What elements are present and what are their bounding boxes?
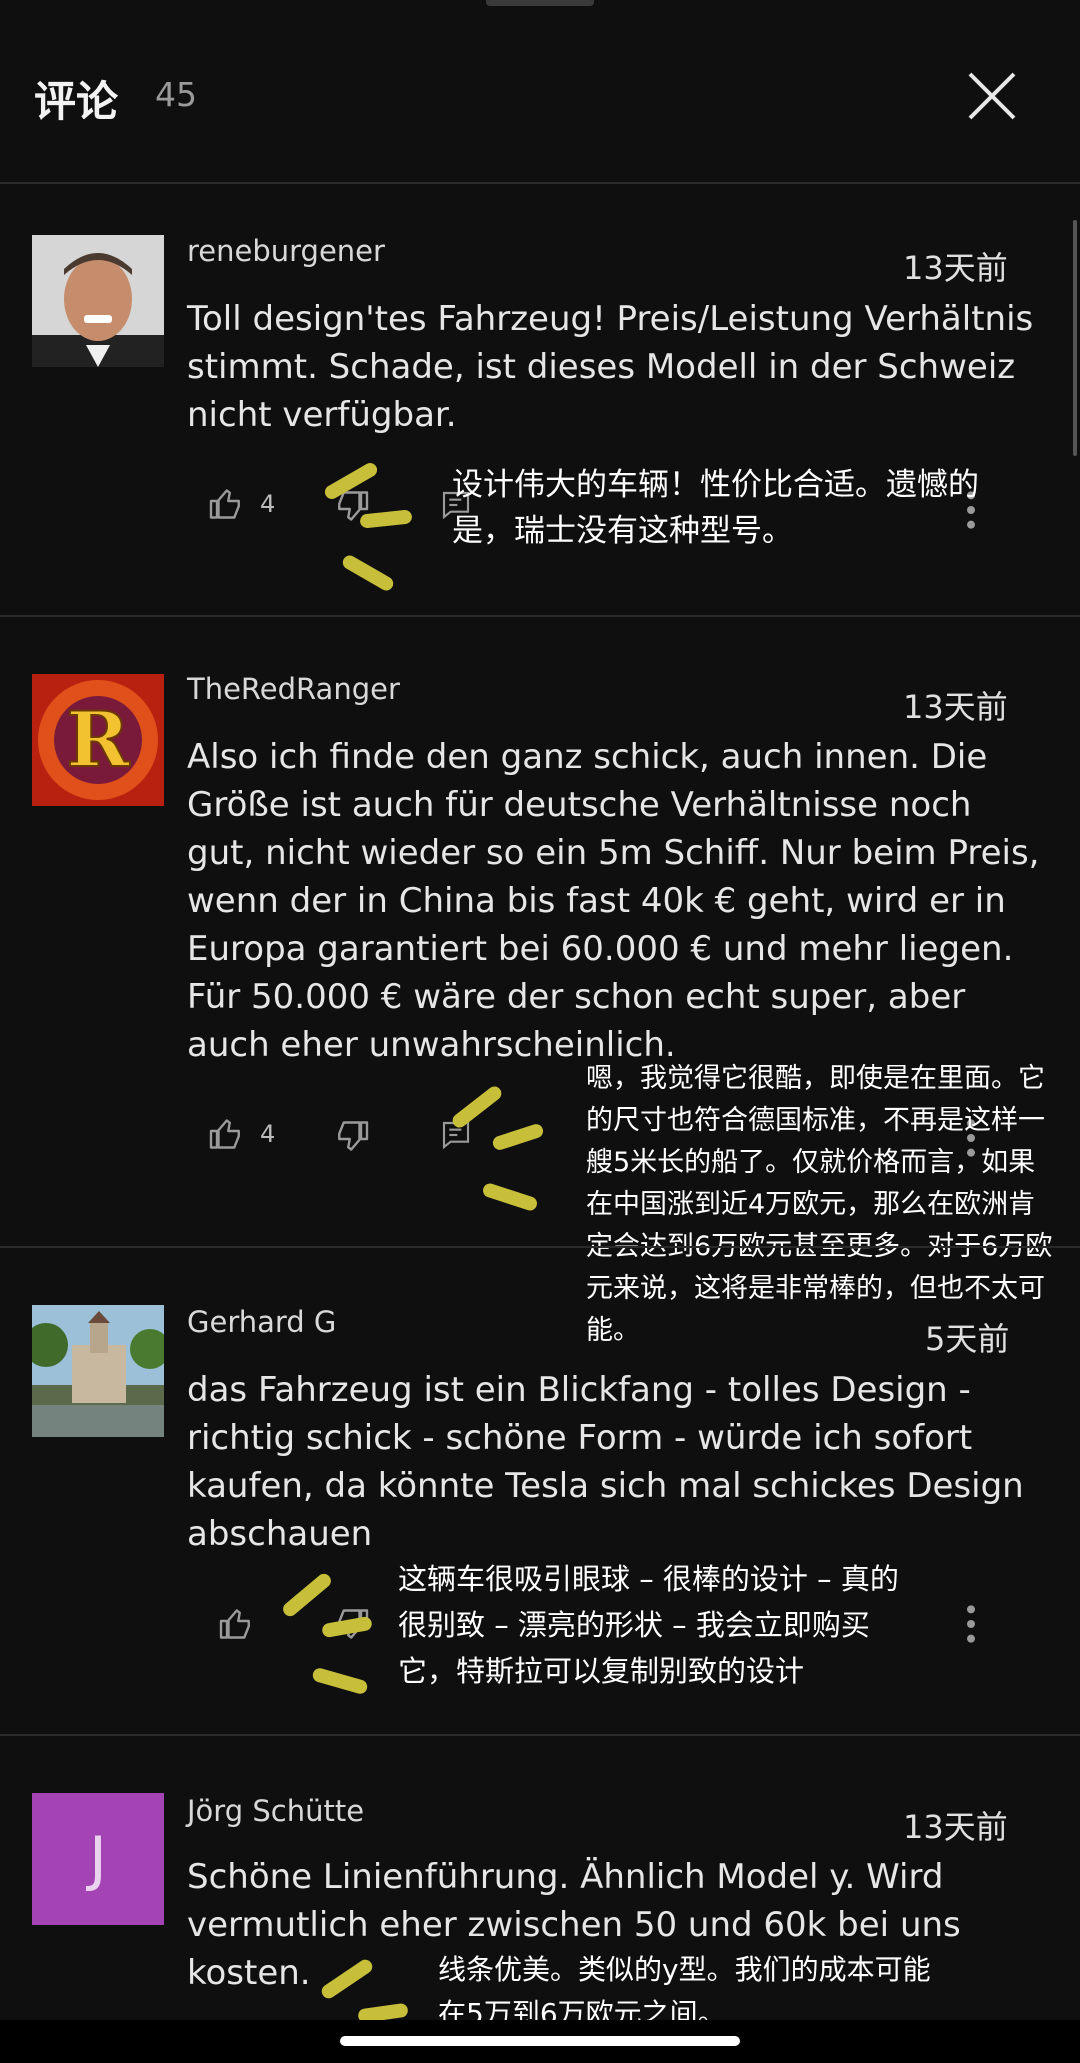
comment-author[interactable]: Gerhard G <box>187 1305 336 1339</box>
home-indicator[interactable] <box>340 2036 740 2046</box>
comment-divider <box>0 615 1080 617</box>
comment-time: 5天前 <box>925 1320 1010 1358</box>
like-count: 4 <box>260 490 276 518</box>
avatar[interactable] <box>32 235 164 367</box>
comment-author[interactable]: reneburgener <box>187 234 385 268</box>
comment-divider <box>0 1734 1080 1736</box>
highlight-mark <box>311 1666 369 1696</box>
avatar[interactable] <box>32 1305 164 1437</box>
highlight-mark <box>449 1083 505 1131</box>
comments-title: 评论 <box>34 77 119 126</box>
svg-text:R: R <box>66 695 130 784</box>
translation-annotation: 嗯，我觉得它很酷，即使是在里面。它的尺寸也符合德国标准，不再是这样一艘5米长的船… <box>586 1063 1053 1346</box>
thumbs-up-icon[interactable] <box>208 486 244 522</box>
header-divider <box>0 182 1080 184</box>
translation-annotation: 设计伟大的车辆！性价比合适。遗憾的是，瑞士没有这种型号。 <box>452 467 979 549</box>
comment-time: 13天前 <box>903 688 1008 726</box>
comment-divider <box>0 1246 1080 1248</box>
comment-time: 13天前 <box>903 249 1008 287</box>
thumbs-up-icon[interactable] <box>208 1116 244 1152</box>
comment-text: Toll design'tes Fahrzeug! Preis/Leistung… <box>187 299 1034 435</box>
comment-text: Also ich finde den ganz schick, auch inn… <box>187 737 1040 1065</box>
avatar[interactable]: R <box>32 674 164 806</box>
translation-annotation: 这辆车很吸引眼球 – 很棒的设计 – 真的很别致 – 漂亮的形状 – 我会立即购… <box>398 1562 899 1688</box>
avatar-letter: J <box>89 1824 107 1894</box>
comment-author[interactable]: TheRedRanger <box>187 672 400 706</box>
highlight-mark <box>340 552 396 594</box>
comment-text: das Fahrzeug ist ein Blickfang - tolles … <box>187 1370 1024 1554</box>
highlight-mark <box>481 1181 539 1213</box>
comment-time: 13天前 <box>903 1808 1008 1846</box>
avatar[interactable]: J <box>32 1793 164 1925</box>
drag-handle[interactable] <box>486 0 594 6</box>
thumbs-up-icon[interactable] <box>218 1606 254 1642</box>
scrollbar[interactable] <box>1073 220 1077 456</box>
comments-count: 45 <box>155 75 197 114</box>
thumbs-down-icon[interactable] <box>334 1118 370 1154</box>
highlight-mark <box>491 1122 545 1152</box>
more-vert-icon[interactable] <box>960 1604 982 1644</box>
close-icon[interactable] <box>966 70 1018 122</box>
like-count: 4 <box>260 1120 276 1148</box>
highlight-mark <box>280 1570 334 1620</box>
comment-author[interactable]: Jörg Schütte <box>187 1794 364 1828</box>
